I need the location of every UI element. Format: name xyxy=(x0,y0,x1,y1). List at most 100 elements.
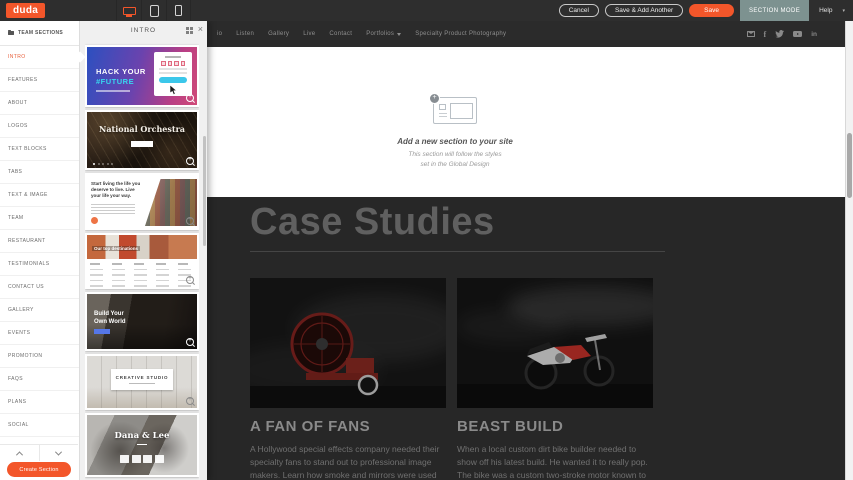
linkedin-icon[interactable]: in xyxy=(811,31,817,38)
template-thumbnail-build-your-own-world[interactable]: Build Your Own World xyxy=(85,292,199,351)
help-label: Help xyxy=(819,7,832,14)
countdown-placeholder xyxy=(87,455,197,463)
zoom-preview-icon[interactable] xyxy=(186,94,194,102)
thumb-text: CREATIVE STUDIO xyxy=(111,375,173,380)
slider-dots xyxy=(93,163,113,165)
sidebar-item-plans[interactable]: PLANS xyxy=(0,391,79,414)
thumb-text: Build Your xyxy=(94,311,124,317)
sidebar-item-features[interactable]: FEATURES xyxy=(0,69,79,92)
sidebar-item-promotion[interactable]: PROMOTION xyxy=(0,345,79,368)
title-card-placeholder: CREATIVE STUDIO xyxy=(111,369,173,390)
case-studies-section: Case Studies xyxy=(207,197,845,480)
cursor-icon xyxy=(170,85,178,95)
tablet-icon xyxy=(150,5,159,17)
nav-item-listen[interactable]: Listen xyxy=(236,31,254,37)
sidebar-item-faqs[interactable]: FAQS xyxy=(0,368,79,391)
sidebar-item-tabs[interactable]: TABS xyxy=(0,161,79,184)
template-thumbnail-creative-studio[interactable]: CREATIVE STUDIO xyxy=(85,354,199,410)
sidebar-item-logos[interactable]: LOGOS xyxy=(0,115,79,138)
street-photo-placeholder: Our top destinations xyxy=(87,235,197,259)
thumb-text: Dana & Lee xyxy=(87,431,197,441)
save-and-add-another-button[interactable]: Save & Add Another xyxy=(605,4,683,17)
add-section-subtitle: This section will follow the styles xyxy=(355,150,555,160)
case-study-card-beast-build: BEAST BUILD When a local custom dirt bik… xyxy=(457,278,653,480)
sidebar-item-text-and-image[interactable]: TEXT & IMAGE xyxy=(0,184,79,207)
mobile-icon xyxy=(175,5,182,16)
add-section-subtitle: set in the Global Design xyxy=(355,160,555,170)
sidebar-item-team[interactable]: TEAM xyxy=(0,207,79,230)
cancel-button[interactable]: Cancel xyxy=(559,4,599,17)
template-thumbnail-top-destinations[interactable]: Our top destinations xyxy=(85,233,199,289)
case-study-card-fan-of-fans: A FAN OF FANS A Hollywood special effect… xyxy=(250,278,446,480)
thumb-text: Start living the life you deserve to liv… xyxy=(91,181,141,200)
duda-logo[interactable]: duda xyxy=(6,3,45,18)
chevron-up-icon xyxy=(16,451,23,458)
sidebar-item-restaurant[interactable]: RESTAURANT xyxy=(0,230,79,253)
sidebar-item-contact-us[interactable]: CONTACT US xyxy=(0,276,79,299)
grid-view-icon[interactable] xyxy=(186,27,193,34)
add-section-dropzone[interactable]: + Add a new section to your site This se… xyxy=(355,97,555,170)
sidebar-item-about[interactable]: ABOUT xyxy=(0,92,79,115)
nav-item-portfolios[interactable]: Portfolios xyxy=(366,31,401,37)
nav-item-truncated[interactable]: io xyxy=(217,31,222,37)
thumb-text: Our top destinations xyxy=(92,246,140,251)
twitter-icon[interactable] xyxy=(775,30,784,38)
topbar: duda Cancel Save & Add Another Save SECT… xyxy=(0,0,853,21)
empty-section-zone: + Add a new section to your site This se… xyxy=(207,47,845,197)
cta-button-placeholder xyxy=(94,329,110,334)
sidebar-header: TEAM SECTIONS xyxy=(0,21,79,46)
card-title: BEAST BUILD xyxy=(457,418,653,435)
topbar-actions: Cancel Save & Add Another Save SECTION M… xyxy=(559,0,853,21)
nav-item-live[interactable]: Live xyxy=(303,31,315,37)
nav-item-contact[interactable]: Contact xyxy=(329,31,352,37)
tablet-device-button[interactable] xyxy=(141,0,166,21)
scroll-down-button[interactable] xyxy=(40,445,79,461)
add-section-title: Add a new section to your site xyxy=(355,137,555,146)
sidebar-item-text-blocks[interactable]: TEXT BLOCKS xyxy=(0,138,79,161)
fan-machine-photo xyxy=(250,278,446,408)
duda-section-editor: duda Cancel Save & Add Another Save SECT… xyxy=(0,0,853,480)
page-scrollbar[interactable] xyxy=(845,21,853,480)
caret-down-icon: ▾ xyxy=(842,8,845,14)
sidebar-item-social[interactable]: SOCIAL xyxy=(0,414,79,437)
sidebar-item-testimonials[interactable]: TESTIMONIALS xyxy=(0,253,79,276)
thumb-text: Own World xyxy=(94,319,126,325)
sidebar-item-gallery[interactable]: GALLERY xyxy=(0,299,79,322)
template-thumbnail-dana-and-lee[interactable]: Dana & Lee xyxy=(85,413,199,477)
sections-sidebar: TEAM SECTIONS INTRO FEATURES ABOUT LOGOS… xyxy=(0,21,80,480)
cta-button-placeholder xyxy=(159,77,187,83)
dirt-bike-photo xyxy=(457,278,653,408)
desktop-device-button[interactable] xyxy=(116,0,141,21)
panel-scrollbar[interactable] xyxy=(203,136,206,246)
card-body: A Hollywood special effects company need… xyxy=(250,443,446,480)
facebook-icon[interactable]: f xyxy=(764,30,767,39)
template-thumbnail-live-your-way[interactable]: Start living the life you deserve to liv… xyxy=(85,173,199,230)
template-thumbnail-hack-your-future[interactable]: HACK YOUR #FUTURE xyxy=(85,45,199,107)
save-button[interactable]: Save xyxy=(689,4,734,17)
close-icon[interactable]: × xyxy=(198,24,203,34)
cta-button-placeholder xyxy=(91,217,98,224)
template-thumbnail-national-orchestra[interactable]: National Orchestra xyxy=(85,110,199,170)
card-title: A FAN OF FANS xyxy=(250,418,446,435)
scrollbar-thumb[interactable] xyxy=(847,133,852,198)
nav-item-gallery[interactable]: Gallery xyxy=(268,31,289,37)
zoom-preview-icon[interactable] xyxy=(186,397,194,405)
create-section-button[interactable]: Create Section xyxy=(7,462,71,477)
table-placeholder xyxy=(87,259,197,287)
case-study-cards: A FAN OF FANS A Hollywood special effect… xyxy=(250,278,845,480)
email-icon[interactable] xyxy=(747,31,755,37)
zoom-preview-icon[interactable] xyxy=(186,338,194,346)
mobile-device-button[interactable] xyxy=(166,0,191,21)
zoom-preview-icon[interactable] xyxy=(186,276,194,284)
zoom-preview-icon[interactable] xyxy=(186,157,194,165)
help-menu[interactable]: Help ▾ xyxy=(809,7,853,14)
nav-item-specialty-product-photography[interactable]: Specialty Product Photography xyxy=(415,31,506,37)
text-lines-placeholder xyxy=(91,204,135,216)
divider xyxy=(250,251,665,252)
thumb-text: National Orchestra xyxy=(87,124,197,134)
zoom-preview-icon[interactable] xyxy=(186,217,194,225)
sidebar-item-intro[interactable]: INTRO xyxy=(0,46,79,69)
sidebar-item-events[interactable]: EVENTS xyxy=(0,322,79,345)
scroll-up-button[interactable] xyxy=(0,445,40,461)
youtube-icon[interactable] xyxy=(793,31,802,37)
